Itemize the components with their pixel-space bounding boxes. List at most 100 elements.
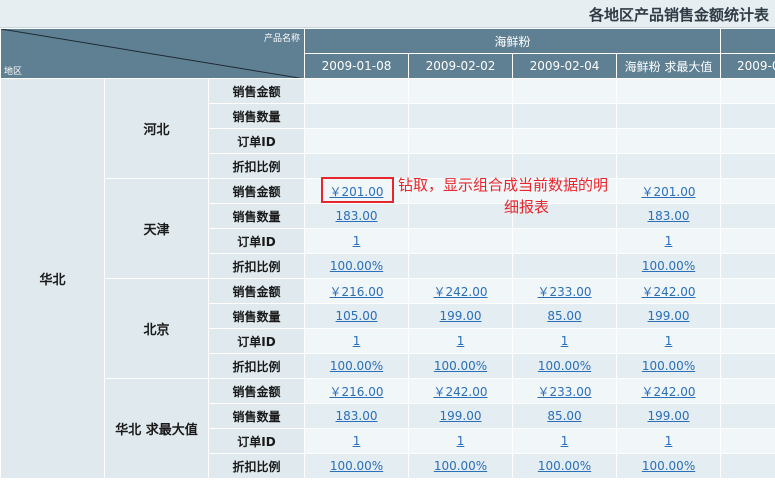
- table-row: 华北 求最大值 销售金额 ￥216.00 ￥242.00 ￥233.00 ￥242.00: [1, 378, 775, 479]
- drill-annotation: 钻取，显示组合成当前数据的明 细报表: [398, 174, 608, 218]
- report-title: 各地区产品销售金额统计表: [588, 6, 769, 24]
- data-cell: 85.00: [512, 303, 618, 329]
- data-cell: ￥216.00: [304, 278, 410, 304]
- data-cell: [720, 428, 775, 454]
- data-cell: [720, 378, 775, 404]
- data-cell: [720, 328, 775, 354]
- drill-link[interactable]: 100.00%: [434, 459, 487, 473]
- data-cell: [408, 78, 514, 104]
- drill-link[interactable]: 199.00: [648, 309, 690, 323]
- data-cell: [512, 103, 618, 129]
- drill-link[interactable]: 1: [665, 434, 673, 448]
- data-cell: [720, 403, 775, 429]
- drill-link[interactable]: 100.00%: [330, 459, 383, 473]
- data-cell: [720, 453, 775, 479]
- data-cell: 1: [304, 428, 410, 454]
- metric-label: 销售金额: [207, 278, 306, 304]
- drill-link[interactable]: 100.00%: [434, 359, 487, 373]
- drill-link[interactable]: 183.00: [336, 409, 378, 423]
- column-header: 2009-01-08: [304, 53, 410, 79]
- table-row: 北京 销售金额 ￥216.00 ￥242.00 ￥233.00 ￥242.00: [1, 278, 775, 379]
- drill-link[interactable]: ￥216.00: [330, 385, 384, 399]
- drill-link[interactable]: 100.00%: [642, 459, 695, 473]
- drill-link[interactable]: 199.00: [648, 409, 690, 423]
- drill-link[interactable]: 1: [561, 434, 569, 448]
- data-cell: [512, 78, 618, 104]
- drill-link[interactable]: 183.00: [648, 209, 690, 223]
- drill-link[interactable]: 100.00%: [642, 259, 695, 273]
- data-cell: [512, 253, 618, 279]
- drill-link[interactable]: 1: [665, 234, 673, 248]
- data-cell: ￥242.00: [408, 278, 514, 304]
- data-cell: 199.00: [616, 403, 722, 429]
- metric-label: 订单ID: [207, 228, 306, 254]
- data-cell: 183.00: [616, 203, 722, 229]
- data-cell: [720, 153, 775, 179]
- data-cell: [720, 278, 775, 304]
- metric-label: 销售数量: [207, 203, 306, 229]
- drill-link[interactable]: 1: [353, 334, 361, 348]
- drill-link[interactable]: ￥233.00: [538, 385, 592, 399]
- data-cell: 199.00: [408, 303, 514, 329]
- data-cell: ￥233.00: [512, 278, 618, 304]
- metric-label: 销售数量: [207, 303, 306, 329]
- drill-link[interactable]: 1: [353, 234, 361, 248]
- metric-label: 订单ID: [207, 328, 306, 354]
- drill-link[interactable]: 1: [457, 334, 465, 348]
- data-cell: [720, 78, 775, 104]
- drill-link[interactable]: 1: [665, 334, 673, 348]
- metric-label: 订单ID: [207, 428, 306, 454]
- data-cell: [720, 228, 775, 254]
- data-cell: [408, 228, 514, 254]
- data-cell: 1: [616, 328, 722, 354]
- data-cell: [408, 103, 514, 129]
- drill-link[interactable]: ￥242.00: [434, 385, 488, 399]
- drill-link[interactable]: 199.00: [440, 409, 482, 423]
- province-cell: 北京: [104, 278, 209, 379]
- drill-link[interactable]: 100.00%: [330, 359, 383, 373]
- drill-link[interactable]: 199.00: [440, 309, 482, 323]
- drill-link[interactable]: 1: [561, 334, 569, 348]
- drill-link[interactable]: ￥201.00: [642, 185, 696, 199]
- drill-link[interactable]: ￥216.00: [330, 285, 384, 299]
- data-cell: [512, 128, 618, 154]
- drill-link[interactable]: 85.00: [547, 409, 581, 423]
- drill-link[interactable]: 1: [457, 434, 465, 448]
- report-title-bar: 各地区产品销售金额统计表: [0, 0, 775, 28]
- data-cell: 199.00: [616, 303, 722, 329]
- data-cell: 100.00%: [616, 353, 722, 379]
- drill-link[interactable]: 100.00%: [538, 459, 591, 473]
- column-header: 海鲜粉 求最大值: [616, 53, 722, 79]
- corner-label-region: 地区: [4, 67, 23, 77]
- drill-link[interactable]: ￥242.00: [434, 285, 488, 299]
- corner-diagonal: [1, 29, 299, 78]
- annotation-line-1: 钻取，显示组合成当前数据的明: [398, 176, 609, 194]
- data-cell: [720, 103, 775, 129]
- metric-label: 销售数量: [207, 103, 306, 129]
- data-cell: 100.00%: [304, 353, 410, 379]
- data-cell: [720, 178, 775, 204]
- drill-link[interactable]: ￥242.00: [642, 385, 696, 399]
- header-corner: 产品名称 地区: [0, 28, 306, 79]
- data-cell: [616, 128, 722, 154]
- drill-link[interactable]: ￥233.00: [538, 285, 592, 299]
- data-cell: 105.00: [304, 303, 410, 329]
- data-cell: 100.00%: [512, 453, 618, 479]
- data-cell: [720, 303, 775, 329]
- drill-link[interactable]: 100.00%: [330, 259, 383, 273]
- metric-label: 销售金额: [207, 78, 306, 104]
- drill-link[interactable]: 85.00: [547, 309, 581, 323]
- drill-link[interactable]: 100.00%: [642, 359, 695, 373]
- drill-link[interactable]: 1: [353, 434, 361, 448]
- drill-link[interactable]: 105.00: [336, 309, 378, 323]
- drill-link[interactable]: 100.00%: [538, 359, 591, 373]
- drill-link[interactable]: 183.00: [336, 209, 378, 223]
- data-cell: [616, 78, 722, 104]
- drill-link[interactable]: ￥242.00: [642, 285, 696, 299]
- drill-highlight-box: [321, 177, 394, 203]
- metric-label: 销售金额: [207, 178, 306, 204]
- table-row: 华北 河北 销售金额: [0, 78, 775, 479]
- product-header-next: [720, 28, 775, 54]
- metric-label: 折扣比例: [207, 353, 306, 379]
- data-cell: [304, 78, 410, 104]
